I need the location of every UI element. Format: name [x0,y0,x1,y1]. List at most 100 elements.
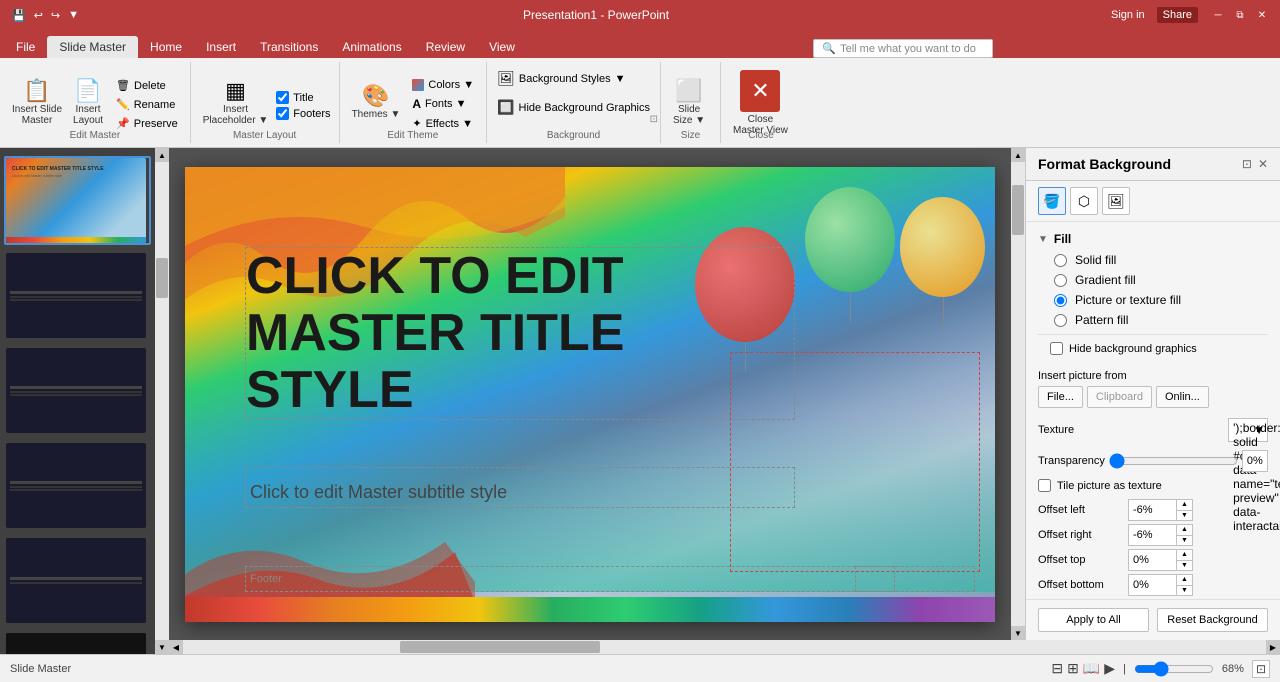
hscroll-thumb[interactable] [400,641,600,653]
slide-vscroll-down[interactable]: ▼ [1011,626,1025,640]
picture-fill-radio[interactable] [1054,294,1067,307]
undo-icon[interactable]: ↩ [32,7,45,24]
gradient-fill-radio[interactable] [1054,274,1067,287]
solid-fill-radio[interactable] [1054,254,1067,267]
minimize-button[interactable]: ─ [1210,7,1226,23]
vscroll-down[interactable]: ▼ [155,640,169,654]
fit-button[interactable]: ⊡ [1252,660,1270,678]
reset-background-button[interactable]: Reset Background [1157,608,1268,632]
title-text-box[interactable]: CLICK TO EDIT MASTER TITLE STYLE [245,247,795,421]
share-button[interactable]: Share [1157,7,1198,23]
background-styles-button[interactable]: 🖼 Background Styles ▼ [495,66,627,91]
online-button[interactable]: Onlin... [1156,386,1209,408]
apply-to-all-button[interactable]: Apply to All [1038,608,1149,632]
offset-right-down[interactable]: ▼ [1177,535,1192,546]
close-button[interactable]: ✕ [1254,7,1270,23]
offset-right-input[interactable]: -6% ▲ ▼ [1128,524,1193,546]
tile-label[interactable]: Tile picture as texture [1057,480,1162,492]
signin-button[interactable]: Sign in [1111,9,1145,21]
title-checkbox-label[interactable]: Title [276,91,330,104]
offset-left-spinner[interactable]: ▲ ▼ [1176,500,1192,520]
texture-picker[interactable]: ');border:1px solid #ccc;" data-name="te… [1228,418,1268,442]
offset-bottom-up[interactable]: ▲ [1177,575,1192,585]
tell-me-input[interactable]: 🔍 Tell me what you want to do [813,39,993,58]
hide-bg-checkbox[interactable] [1050,342,1063,355]
offset-bottom-input[interactable]: 0% ▲ ▼ [1128,574,1193,596]
tab-file[interactable]: File [4,36,47,58]
solid-fill-label[interactable]: Solid fill [1075,253,1116,267]
normal-view-button[interactable]: ⊟ [1051,660,1063,677]
thumbnail-vscroll[interactable]: ▲ ▼ [155,148,169,654]
fill-icon-button[interactable]: 🪣 [1038,187,1066,215]
hscroll-right[interactable]: ▶ [1266,640,1280,654]
thumbnail-6[interactable] [4,631,151,654]
slide-sorter-button[interactable]: ⊞ [1067,660,1079,677]
offset-bottom-down[interactable]: ▼ [1177,585,1192,596]
tab-home[interactable]: Home [138,36,194,58]
customize-icon[interactable]: ▼ [66,7,81,23]
offset-top-input[interactable]: 0% ▲ ▼ [1128,549,1193,571]
reading-view-button[interactable]: 📖 [1083,660,1100,677]
format-panel-resize-icon[interactable]: ⊡ [1242,157,1252,171]
thumbnail-1[interactable]: CLICK TO EDIT MASTER TITLE STYLE Click t… [4,156,151,245]
hide-background-graphics-button[interactable]: 🔲 Hide Background Graphics [495,95,652,120]
file-button[interactable]: File... [1038,386,1083,408]
subtitle-text-box[interactable]: Click to edit Master subtitle style [245,467,795,508]
footers-checkbox[interactable] [276,107,289,120]
rename-button[interactable]: ✏️ Rename [112,96,182,113]
save-icon[interactable]: 💾 [10,7,28,24]
tile-checkbox[interactable] [1038,479,1051,492]
footer-box[interactable]: Footer [245,566,895,592]
zoom-slider[interactable] [1134,661,1214,677]
offset-left-down[interactable]: ▼ [1177,510,1192,521]
slide-vscroll[interactable]: ▲ ▼ [1011,148,1025,640]
thumbnail-3[interactable] [4,346,151,435]
gradient-fill-label[interactable]: Gradient fill [1075,273,1136,287]
tab-review[interactable]: Review [414,36,477,58]
slide-vscroll-up[interactable]: ▲ [1011,148,1025,162]
date-box[interactable] [855,566,975,592]
close-master-view-button[interactable]: ✕ CloseMaster View [729,66,792,140]
restore-button[interactable]: ⧉ [1232,7,1248,23]
colors-button[interactable]: Colors ▼ [408,77,478,93]
offset-top-up[interactable]: ▲ [1177,550,1192,560]
offset-right-up[interactable]: ▲ [1177,525,1192,535]
slide-hscroll[interactable]: ◀ ▶ [169,640,1280,654]
title-checkbox[interactable] [276,91,289,104]
pattern-fill-label[interactable]: Pattern fill [1075,313,1128,327]
fill-section-header[interactable]: ▼ Fill [1038,228,1268,250]
slide-canvas[interactable]: CLICK TO EDIT MASTER TITLE STYLE Click t… [185,167,995,622]
pattern-fill-radio[interactable] [1054,314,1067,327]
offset-left-up[interactable]: ▲ [1177,500,1192,510]
offset-top-down[interactable]: ▼ [1177,560,1192,571]
hscroll-left[interactable]: ◀ [169,640,183,654]
footers-checkbox-label[interactable]: Footers [276,107,330,120]
thumbnail-2[interactable] [4,251,151,340]
effects-icon-button[interactable]: ⬡ [1070,187,1098,215]
format-panel-close-icon[interactable]: ✕ [1258,157,1268,171]
insert-layout-button[interactable]: 📄 InsertLayout [68,78,108,128]
picture-fill-label[interactable]: Picture or texture fill [1075,293,1181,307]
insert-slide-master-button[interactable]: 📋 Insert SlideMaster [8,78,66,128]
fonts-button[interactable]: A Fonts ▼ [408,95,478,113]
vscroll-up[interactable]: ▲ [155,148,169,162]
offset-left-input[interactable]: -6% ▲ ▼ [1128,499,1193,521]
background-expand-icon[interactable]: ⊡ [650,114,658,125]
insert-placeholder-button[interactable]: ▦ InsertPlaceholder ▼ [199,78,273,128]
thumbnail-4[interactable] [4,441,151,530]
image-icon-button[interactable]: 🖼 [1102,187,1130,215]
offset-top-spinner[interactable]: ▲ ▼ [1176,550,1192,570]
hide-bg-label[interactable]: Hide background graphics [1069,343,1197,355]
thumbnail-5[interactable] [4,536,151,625]
redo-icon[interactable]: ↪ [49,7,62,24]
delete-button[interactable]: 🗑 Delete [112,77,182,94]
clipboard-button[interactable]: Clipboard [1087,386,1152,408]
offset-bottom-spinner[interactable]: ▲ ▼ [1176,575,1192,595]
slide-vscroll-thumb[interactable] [1012,185,1024,235]
tab-animations[interactable]: Animations [330,36,413,58]
tab-insert[interactable]: Insert [194,36,248,58]
slide-size-button[interactable]: ⬜ SlideSize ▼ [669,78,709,128]
tab-view[interactable]: View [477,36,527,58]
slideshow-button[interactable]: ▶ [1104,660,1115,677]
tab-transitions[interactable]: Transitions [248,36,330,58]
